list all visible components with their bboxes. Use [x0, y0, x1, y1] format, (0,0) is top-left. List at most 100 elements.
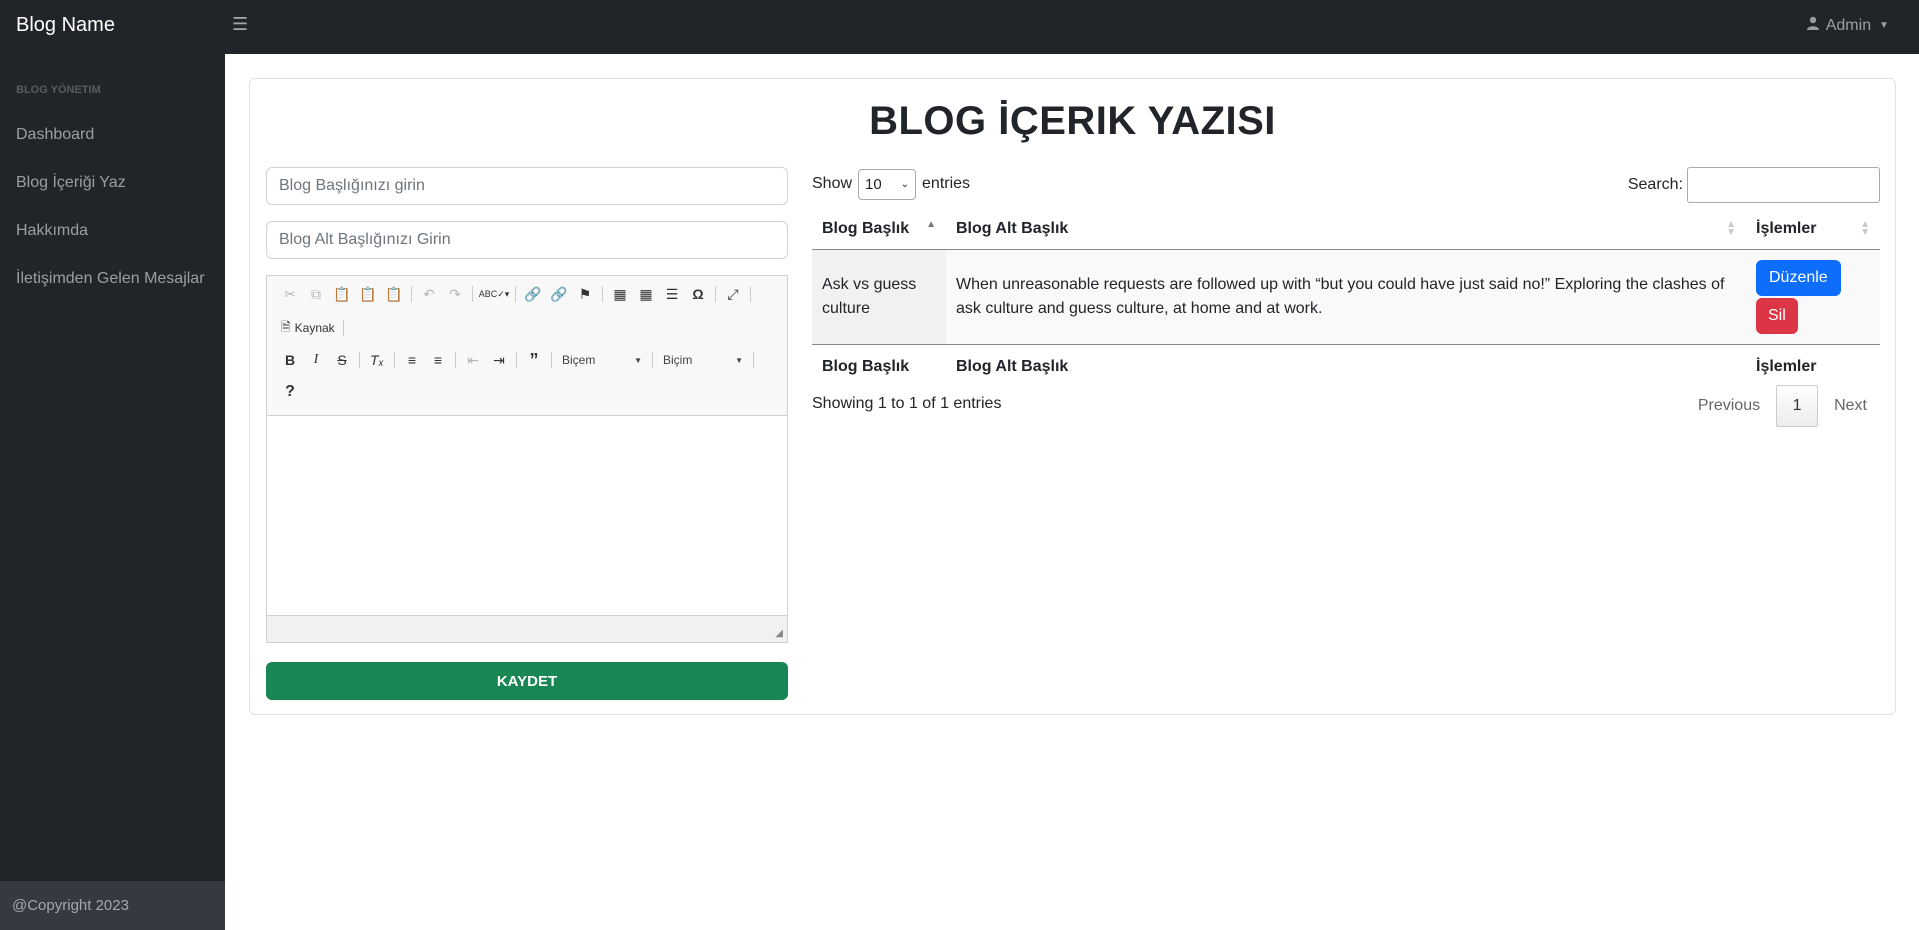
numbered-list-icon[interactable]: ≡ — [399, 349, 425, 371]
blockquote-icon[interactable]: ” — [521, 349, 547, 371]
sidebar-footer: @Copyright 2023 — [0, 881, 225, 930]
table-icon[interactable]: ▦ — [633, 283, 659, 305]
editor-toolbar-row-3: B I S Tₓ ≡ ≡ ⇤ ⇥ ” Biçem ▼ Biçim ▼ — [277, 348, 758, 372]
page-1-button[interactable]: 1 — [1776, 385, 1819, 427]
sidebar-item-write-blog[interactable]: Blog İçeriği Yaz — [16, 174, 126, 192]
table-search: Search: — [1628, 167, 1880, 203]
delete-button[interactable]: Sil — [1756, 297, 1798, 334]
strikethrough-icon[interactable]: S — [329, 349, 355, 371]
chevron-down-icon: ▼ — [634, 355, 642, 365]
redo-icon[interactable]: ↷ — [442, 283, 468, 305]
column-header-title[interactable]: Blog Başlık ▲ — [812, 209, 946, 250]
column-header-label: İşlemler — [1756, 219, 1817, 237]
column-header-actions[interactable]: İşlemler ▲ ▼ — [1746, 209, 1880, 250]
cell-blog-title: Ask vs guess culture — [812, 249, 946, 344]
user-icon — [1806, 16, 1820, 35]
toolbar-separator — [472, 286, 473, 302]
entries-label: entries — [922, 175, 971, 192]
blog-title-input[interactable] — [266, 167, 788, 205]
search-input[interactable] — [1687, 167, 1880, 203]
toolbar-separator — [411, 286, 412, 302]
footer-column-title: Blog Başlık — [812, 343, 946, 389]
maximize-icon[interactable]: ⤢ — [720, 283, 746, 305]
anchor-flag-icon[interactable]: ⚑ — [572, 283, 598, 305]
toolbar-separator — [515, 286, 516, 302]
editor-toolbar-row-4: ? — [277, 380, 303, 404]
sidebar: BLOG YÖNETIM Dashboard Blog İçeriği Yaz … — [0, 54, 225, 930]
image-icon[interactable]: ▦ — [607, 283, 633, 305]
table-footer-row: Blog Başlık Blog Alt Başlık İşlemler — [812, 343, 1880, 389]
horizontal-line-icon[interactable]: ☰ — [659, 283, 685, 305]
special-char-icon[interactable]: Ω — [685, 283, 711, 305]
editor-toolbar-row-2: 🗎 Kaynak — [277, 316, 348, 340]
table-row: Ask vs guess culture When unreasonable r… — [812, 249, 1880, 344]
sidebar-item-dashboard[interactable]: Dashboard — [16, 126, 94, 144]
remove-format-icon[interactable]: Tₓ — [364, 349, 390, 371]
toolbar-separator — [652, 352, 653, 368]
toolbar-separator — [602, 286, 603, 302]
copy-icon[interactable]: ⧉ — [303, 283, 329, 305]
toolbar-separator — [715, 286, 716, 302]
page-title: BLOG İÇERIK YAZISI — [869, 99, 1276, 143]
paste-text-icon[interactable]: 📋 — [355, 283, 381, 305]
source-icon: 🗎 — [281, 319, 291, 334]
cell-actions: Düzenle Sil — [1746, 249, 1880, 344]
sort-icon: ▲ ▼ — [1726, 219, 1736, 238]
sort-ascending-icon: ▲ — [926, 219, 936, 230]
page-length-select[interactable]: 10 ⌄ — [858, 168, 917, 200]
paste-word-icon[interactable]: 📋 — [381, 283, 407, 305]
column-header-label: Blog Başlık — [822, 219, 910, 237]
menu-icon[interactable]: ☰ — [232, 14, 248, 35]
toolbar-separator — [750, 286, 751, 302]
resize-handle-icon[interactable]: ◢ — [775, 628, 783, 639]
editor-content-area[interactable] — [267, 417, 787, 617]
source-button[interactable]: 🗎 Kaynak — [277, 318, 339, 339]
sidebar-item-messages[interactable]: İletişimden Gelen Mesajlar — [16, 270, 205, 288]
show-label: Show — [812, 175, 853, 192]
link-icon[interactable]: 🔗 — [520, 283, 546, 305]
toolbar-separator — [359, 352, 360, 368]
cell-blog-subtitle: When unreasonable requests are followed … — [946, 249, 1746, 344]
toolbar-separator — [455, 352, 456, 368]
help-icon[interactable]: ? — [277, 381, 303, 403]
indent-icon[interactable]: ⇥ — [486, 349, 512, 371]
spellcheck-icon[interactable]: ABC✓▾ — [477, 283, 511, 305]
source-label: Kaynak — [294, 321, 335, 335]
sort-icon: ▲ ▼ — [1860, 219, 1870, 238]
chevron-down-icon: ⌄ — [900, 178, 910, 190]
brand-name[interactable]: Blog Name — [16, 14, 115, 37]
search-label: Search: — [1627, 176, 1683, 193]
editor-status-bar: ◢ — [267, 615, 787, 642]
undo-icon[interactable]: ↶ — [416, 283, 442, 305]
edit-button[interactable]: Düzenle — [1756, 259, 1841, 296]
page-length-value: 10 — [865, 175, 882, 193]
style-combo[interactable]: Biçim ▼ — [657, 349, 749, 371]
rich-text-editor: ✂ ⧉ 📋 📋 📋 ↶ ↷ ABC✓▾ 🔗 🔗 ⚑ ▦ ▦ ☰ Ω ⤢ 🗎 Ka… — [266, 275, 788, 643]
editor-toolbar-row-1: ✂ ⧉ 📋 📋 📋 ↶ ↷ ABC✓▾ 🔗 🔗 ⚑ ▦ ▦ ☰ Ω ⤢ — [277, 282, 755, 306]
column-header-subtitle[interactable]: Blog Alt Başlık ▲ ▼ — [946, 209, 1746, 250]
save-button[interactable]: KAYDET — [266, 662, 788, 700]
toolbar-separator — [516, 352, 517, 368]
chevron-down-icon: ▼ — [735, 355, 743, 365]
italic-icon[interactable]: I — [303, 349, 329, 371]
footer-column-subtitle: Blog Alt Başlık — [946, 343, 1746, 389]
sidebar-item-about[interactable]: Hakkımda — [16, 222, 88, 240]
sidebar-heading: BLOG YÖNETIM — [16, 84, 101, 96]
toolbar-separator — [551, 352, 552, 368]
editor-toolbar: ✂ ⧉ 📋 📋 📋 ↶ ↷ ABC✓▾ 🔗 🔗 ⚑ ▦ ▦ ☰ Ω ⤢ 🗎 Ka… — [267, 276, 787, 416]
next-page-button[interactable]: Next — [1822, 397, 1879, 415]
bold-icon[interactable]: B — [277, 349, 303, 371]
previous-page-button[interactable]: Previous — [1686, 397, 1772, 415]
pagination: Previous 1 Next — [1686, 385, 1879, 427]
cut-icon[interactable]: ✂ — [277, 283, 303, 305]
paste-icon[interactable]: 📋 — [329, 283, 355, 305]
content-card: BLOG İÇERIK YAZISI ✂ ⧉ 📋 📋 📋 ↶ ↷ ABC✓▾ 🔗… — [249, 78, 1896, 715]
format-combo[interactable]: Biçem ▼ — [556, 349, 648, 371]
user-menu[interactable]: Admin ▼ — [1806, 16, 1889, 35]
footer-column-actions: İşlemler — [1746, 343, 1880, 389]
blog-subtitle-input[interactable] — [266, 221, 788, 259]
unlink-icon[interactable]: 🔗 — [546, 283, 572, 305]
outdent-icon[interactable]: ⇤ — [460, 349, 486, 371]
bulleted-list-icon[interactable]: ≡ — [425, 349, 451, 371]
style-combo-label: Biçim — [663, 353, 693, 367]
